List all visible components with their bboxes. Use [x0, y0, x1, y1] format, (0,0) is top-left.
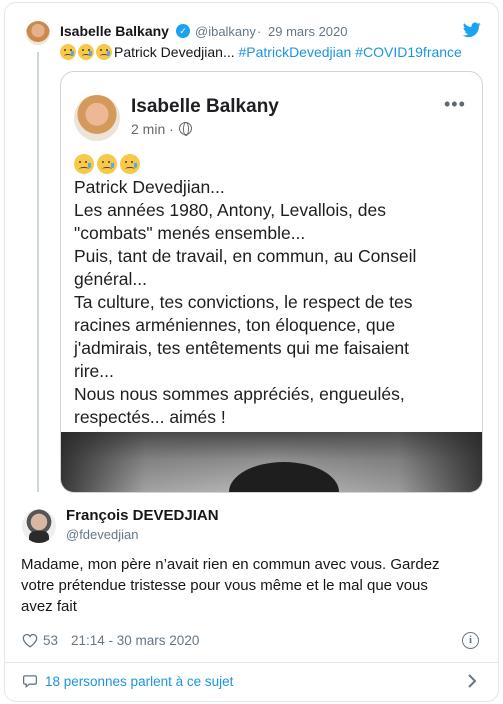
- reply-text: Madame, mon père n’avait rien en commun …: [21, 554, 481, 617]
- verified-badge-icon: ✓: [176, 24, 190, 38]
- reply-author-avatar[interactable]: [22, 509, 56, 543]
- twitter-bird-icon[interactable]: [463, 22, 481, 38]
- quoted-tweet-text: Patrick Devedjian... #PatrickDevedjian #…: [60, 44, 462, 60]
- sad-tear-emoji-icon: [74, 154, 94, 174]
- more-options-icon: •••: [444, 94, 466, 114]
- sad-tear-emoji-icon: [97, 154, 117, 174]
- reply-text-line: avez fait: [21, 598, 77, 615]
- info-icon[interactable]: i: [462, 632, 479, 649]
- sad-tear-emoji-icon: [60, 44, 76, 60]
- embedded-text-line: général...: [74, 269, 147, 289]
- embedded-author-avatar: [74, 95, 120, 141]
- embedded-author-name: Isabelle Balkany: [131, 96, 279, 117]
- embedded-text-line: j'admirais, tes entêtements qui me faisa…: [74, 338, 410, 358]
- date-separator: ·: [257, 24, 262, 39]
- embedded-emoji-row: [74, 154, 143, 176]
- embedded-text-line: respectés... aimés !: [74, 407, 226, 427]
- quoted-text-name: Patrick Devedjian...: [114, 44, 235, 60]
- sad-tear-emoji-icon: [96, 44, 112, 60]
- sad-tear-emoji-icon: [78, 44, 94, 60]
- reply-text-line: votre prétendue tristesse pour vous même…: [21, 577, 428, 594]
- embedded-text-line: Les années 1980, Antony, Levallois, des: [74, 200, 386, 220]
- embedded-post-text: Patrick Devedjian... Les années 1980, An…: [74, 176, 474, 429]
- embedded-text-line: "combats" menés ensemble...: [74, 223, 306, 243]
- reply-author-name[interactable]: François DEVEDJIAN: [66, 507, 219, 524]
- quoted-date[interactable]: 29 mars 2020: [268, 24, 348, 39]
- reply-author-handle[interactable]: @fdevedjian: [66, 527, 138, 542]
- thread-connector: [37, 52, 39, 492]
- quoted-author-avatar[interactable]: [26, 21, 50, 45]
- embedded-post-image[interactable]: Isabelle Balkany 2 min · ••• Patrick Dev…: [60, 71, 483, 493]
- sad-tear-emoji-icon: [120, 154, 140, 174]
- footer-divider: [4, 662, 499, 663]
- globe-icon: [179, 122, 192, 136]
- quoted-author-handle[interactable]: @ibalkany: [195, 24, 256, 39]
- embedded-text-line: Patrick Devedjian...: [74, 177, 225, 197]
- reply-text-line: Madame, mon père n’avait rien en commun …: [21, 556, 440, 573]
- embedded-text-line: racines arméniennes, ton éloquence, que: [74, 315, 396, 335]
- hashtag-link[interactable]: #PatrickDevedjian: [239, 44, 352, 60]
- heart-icon[interactable]: [22, 633, 38, 648]
- reply-timestamp[interactable]: 21:14 - 30 mars 2020: [71, 633, 199, 648]
- embedded-text-line: Ta culture, tes convictions, le respect …: [74, 292, 413, 312]
- embedded-post-time: 2 min ·: [131, 121, 174, 137]
- embedded-text-line: Puis, tant de travail, en commun, au Con…: [74, 246, 417, 266]
- embedded-text-line: rire...: [74, 361, 114, 381]
- quoted-author-name[interactable]: Isabelle Balkany: [60, 23, 169, 39]
- comment-bubble-icon: [23, 675, 37, 688]
- embedded-text-line: Nous nous sommes appréciés, engueulés,: [74, 384, 405, 404]
- embedded-photo: [61, 432, 482, 492]
- like-count[interactable]: 53: [43, 633, 58, 648]
- chevron-right-icon[interactable]: [466, 674, 478, 688]
- conversation-link[interactable]: 18 personnes parlent à ce sujet: [45, 674, 233, 689]
- hashtag-link[interactable]: #COVID19france: [355, 44, 462, 60]
